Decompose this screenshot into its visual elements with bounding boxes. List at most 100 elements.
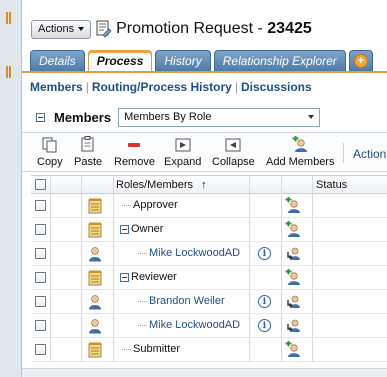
- add-user-icon[interactable]: [285, 220, 301, 241]
- role-row[interactable]: Owner: [31, 218, 387, 242]
- expand-button[interactable]: Expand: [164, 136, 201, 170]
- member-name-link[interactable]: Brandon Weiler: [149, 295, 225, 307]
- role-label: Reviewer: [131, 271, 177, 283]
- column-divider: [312, 266, 313, 289]
- promotion-request-icon: [96, 20, 112, 38]
- select-all-checkbox[interactable]: [35, 179, 46, 190]
- process-subnav: Members | Routing/Process History | Discussi…: [30, 80, 312, 94]
- role-row[interactable]: Approver: [31, 194, 387, 218]
- column-divider: [113, 218, 114, 241]
- column-divider: [50, 338, 51, 361]
- add-user-icon: [292, 136, 308, 153]
- info-icon[interactable]: i: [258, 319, 271, 332]
- process-panel: Actions Promotion Request - 23425 Detail…: [22, 0, 387, 377]
- tab-details[interactable]: Details: [30, 50, 85, 71]
- tree-connector: [122, 205, 131, 206]
- left-frame-edge: [0, 0, 22, 377]
- toolbar-separator: [343, 143, 344, 163]
- column-divider: [281, 176, 282, 193]
- column-divider: [249, 176, 250, 193]
- replace-user-icon[interactable]: [285, 293, 301, 313]
- column-divider: [81, 266, 82, 289]
- column-divider: [50, 290, 51, 313]
- column-header-roles[interactable]: Roles/Members ↑: [116, 179, 207, 191]
- tree-connector: [138, 301, 147, 302]
- grid-body: Approver Owner Mike LockwoodAD i Reviewer Bra…: [31, 194, 387, 362]
- collapse-node-icon[interactable]: [120, 273, 129, 282]
- column-header-status[interactable]: Status: [316, 179, 347, 191]
- subnav-members[interactable]: Members: [30, 80, 83, 94]
- add-members-button[interactable]: Add Members: [266, 136, 334, 170]
- role-label: Owner: [131, 223, 164, 235]
- column-divider: [81, 242, 82, 265]
- add-user-icon[interactable]: [285, 268, 301, 289]
- tab-history[interactable]: History: [155, 50, 211, 71]
- row-checkbox[interactable]: [35, 320, 46, 331]
- row-checkbox[interactable]: [35, 248, 46, 259]
- remove-button[interactable]: Remove: [114, 136, 155, 170]
- copy-button[interactable]: Copy: [37, 136, 63, 170]
- column-divider: [281, 194, 282, 217]
- member-row[interactable]: Mike LockwoodAD i: [31, 242, 387, 266]
- column-divider: [113, 176, 114, 193]
- user-icon: [88, 294, 102, 313]
- add-tab-button[interactable]: +: [348, 50, 373, 71]
- tab-process[interactable]: Process: [87, 50, 153, 71]
- grid-header-row: Roles/Members ↑ Status: [31, 175, 387, 194]
- paste-icon: [80, 136, 96, 153]
- row-checkbox[interactable]: [35, 200, 46, 211]
- frame-marker: [6, 66, 11, 78]
- role-row[interactable]: Reviewer: [31, 266, 387, 290]
- column-divider: [50, 176, 51, 193]
- column-divider: [113, 266, 114, 289]
- column-divider: [50, 194, 51, 217]
- column-divider: [312, 176, 313, 193]
- role-label: Approver: [133, 199, 178, 211]
- add-user-icon[interactable]: [285, 340, 301, 361]
- member-name-link[interactable]: Mike LockwoodAD: [149, 247, 240, 259]
- actions-menu-button[interactable]: Actions: [31, 19, 92, 39]
- subnav-discussions[interactable]: Discussions: [241, 80, 312, 94]
- column-divider: [113, 194, 114, 217]
- info-icon[interactable]: i: [258, 295, 271, 308]
- add-user-icon[interactable]: [285, 196, 301, 217]
- members-view-select[interactable]: Members By Role: [118, 107, 321, 127]
- tab-underline: [22, 71, 387, 73]
- role-icon: [88, 222, 102, 241]
- column-divider: [81, 290, 82, 313]
- collapse-button[interactable]: Collapse: [212, 136, 255, 170]
- collapse-members-icon[interactable]: [36, 112, 45, 122]
- column-divider: [281, 290, 282, 313]
- replace-user-icon[interactable]: [285, 317, 301, 337]
- tab-relationship-explorer[interactable]: Relationship Explorer: [213, 50, 346, 71]
- member-row[interactable]: Brandon Weiler i: [31, 290, 387, 314]
- row-checkbox[interactable]: [35, 272, 46, 283]
- info-icon[interactable]: i: [258, 247, 271, 260]
- member-name-link[interactable]: Mike LockwoodAD: [149, 319, 240, 331]
- member-row[interactable]: Mike LockwoodAD i: [31, 314, 387, 338]
- column-divider: [81, 218, 82, 241]
- row-checkbox[interactable]: [35, 224, 46, 235]
- column-divider: [312, 314, 313, 337]
- members-header: Members Members By Role: [36, 106, 321, 128]
- column-divider: [113, 290, 114, 313]
- replace-user-icon[interactable]: [285, 245, 301, 265]
- column-divider: [113, 314, 114, 337]
- subnav-routing-history[interactable]: Routing/Process History: [92, 80, 232, 94]
- column-divider: [249, 194, 250, 217]
- row-checkbox[interactable]: [35, 344, 46, 355]
- column-divider: [81, 338, 82, 361]
- column-divider: [281, 242, 282, 265]
- collapse-icon: [225, 136, 241, 153]
- tree-connector: [122, 349, 131, 350]
- column-divider: [81, 194, 82, 217]
- collapse-node-icon[interactable]: [120, 225, 129, 234]
- user-icon: [88, 318, 102, 337]
- members-section-title: Members: [54, 109, 112, 125]
- paste-button[interactable]: Paste: [74, 136, 102, 170]
- actions-overflow-button[interactable]: Action: [353, 147, 386, 161]
- panel-bottom-edge: [22, 368, 387, 377]
- column-divider: [249, 266, 250, 289]
- row-checkbox[interactable]: [35, 296, 46, 307]
- role-row[interactable]: Submitter: [31, 338, 387, 362]
